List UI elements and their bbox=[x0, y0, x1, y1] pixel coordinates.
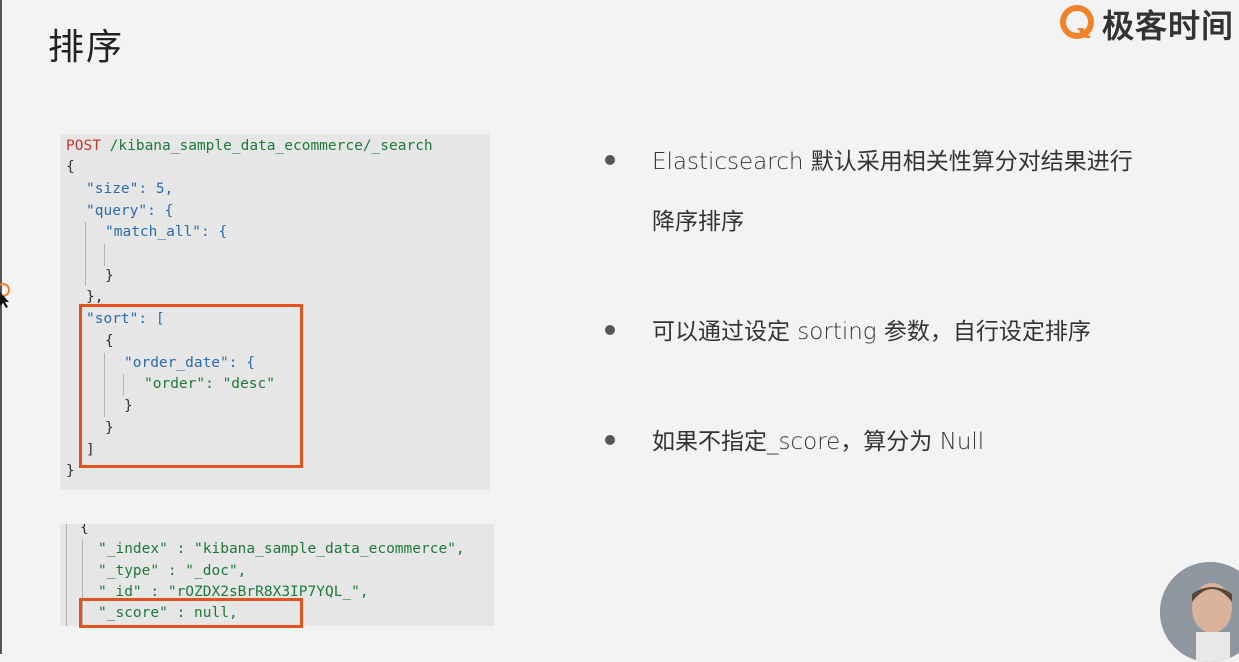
code-line-request: POST /kibana_sample_data_ecommerce/_sear… bbox=[66, 136, 433, 157]
mouse-cursor-icon bbox=[0, 283, 10, 308]
code-line: { bbox=[80, 524, 89, 536]
brand-name: 极客时间 bbox=[1102, 7, 1235, 45]
code-line: { bbox=[66, 159, 75, 175]
bullet-text: Elasticsearch 默认采用相关性算分对结果进行 bbox=[652, 149, 1133, 175]
request-path: /kibana_sample_data_ecommerce/_search bbox=[109, 138, 433, 154]
code-line: "match_all": { bbox=[105, 224, 228, 240]
code-line: "_type" : "_doc", bbox=[98, 563, 247, 579]
bullet-dot-icon bbox=[605, 155, 615, 165]
window-edge bbox=[0, 0, 2, 654]
slide-title: 排序 bbox=[48, 27, 125, 68]
code-line: "size": 5, bbox=[86, 181, 174, 197]
code-line: } bbox=[105, 268, 114, 284]
bullet-dot-icon bbox=[605, 435, 615, 445]
presenter-avatar bbox=[1160, 562, 1239, 662]
code-line: "query": { bbox=[86, 203, 174, 219]
code-line: "_index" : "kibana_sample_data_ecommerce… bbox=[98, 541, 465, 557]
indent-guide bbox=[85, 222, 86, 286]
brand-logo: 极客时间 bbox=[1058, 2, 1234, 46]
score-highlight-box bbox=[79, 598, 303, 628]
http-method: POST bbox=[66, 138, 101, 154]
bullet-text: 如果不指定_score，算分为 Null bbox=[652, 429, 985, 455]
sort-highlight-box bbox=[79, 304, 303, 468]
indent-guide bbox=[104, 244, 105, 266]
indent-guide bbox=[66, 524, 67, 626]
code-line: } bbox=[66, 463, 75, 479]
bullet-text: 可以通过设定 sorting 参数，自行设定排序 bbox=[652, 319, 1091, 345]
bullet-text-continued: 降序排序 bbox=[652, 209, 744, 235]
bullet-dot-icon bbox=[605, 325, 615, 335]
geektime-logo-icon bbox=[1060, 5, 1094, 39]
